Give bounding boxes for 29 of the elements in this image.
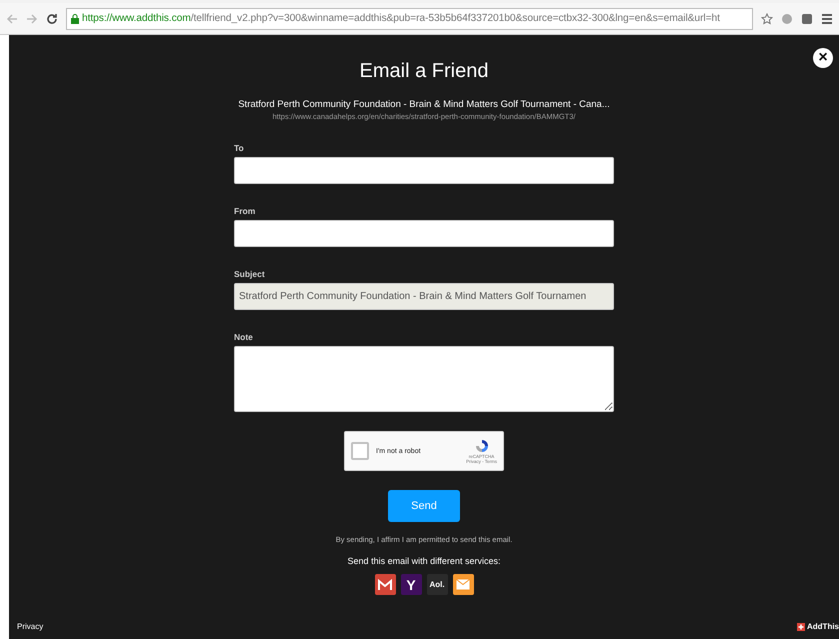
mail-service-button[interactable] (452, 574, 474, 595)
forward-icon[interactable] (26, 12, 38, 24)
address-bar[interactable]: https://www.addthis.com/tellfriend_v2.php?v=300&winname=addthis&pub=ra-53b5b64f337201b0&source=ctbx32-300&lng=en&s=email&url=ht (66, 8, 753, 30)
brand-name: AddThis (807, 622, 839, 631)
field-label: To (234, 143, 245, 153)
back-icon[interactable] (6, 12, 18, 24)
captcha-checkbox[interactable] (351, 442, 369, 460)
mail-service-button[interactable] (374, 574, 396, 595)
lock-icon (71, 14, 79, 24)
input-field[interactable] (234, 157, 614, 184)
services-heading: Send this email with different services: (346, 556, 502, 566)
close-button[interactable]: × (813, 48, 833, 68)
plus-icon (797, 622, 805, 630)
yahoo-button[interactable]: Y (400, 574, 422, 595)
star-icon[interactable] (761, 12, 773, 24)
aol-button[interactable]: Aol. (426, 574, 448, 595)
privacy-link[interactable]: Privacy (17, 622, 44, 631)
envelope-icon (378, 578, 392, 590)
input-field[interactable] (234, 220, 614, 247)
field-label: Subject (234, 269, 266, 279)
recaptcha-logo-icon (474, 438, 490, 454)
field-label: From (234, 206, 256, 216)
page-title: Stratford Perth Community Foundation - Brain & Mind Matters Golf Tournament - Cana... (237, 99, 611, 110)
field-label: Note (234, 332, 254, 342)
note-field[interactable] (234, 346, 614, 412)
menu-icon[interactable] (821, 12, 833, 24)
envelope-icon (456, 579, 470, 590)
dialog-title: Email a Friend (360, 60, 488, 83)
reload-icon[interactable] (46, 12, 58, 24)
